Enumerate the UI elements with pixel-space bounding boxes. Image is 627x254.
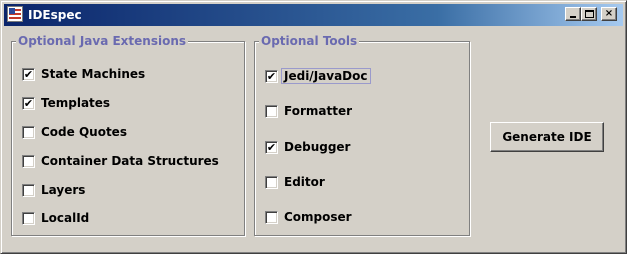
- checkbox-formatter[interactable]: Formatter: [265, 101, 352, 121]
- checkbox-composer[interactable]: Composer: [265, 207, 352, 227]
- checkbox-box[interactable]: [265, 104, 278, 118]
- checkbox-box[interactable]: ✔: [265, 140, 278, 154]
- maximize-icon: [585, 10, 594, 18]
- checkbox-label: Debugger: [284, 140, 351, 154]
- java-extensions-group: Optional Java Extensions ✔ State Machine…: [11, 33, 245, 236]
- checkbox-label: Formatter: [284, 104, 353, 118]
- tools-group: Optional Tools ✔ Jedi/JavaDoc Formatter …: [254, 33, 470, 236]
- checkbox-label: Jedi/JavaDoc: [281, 68, 371, 84]
- maximize-button[interactable]: [581, 7, 597, 21]
- checkbox-label: State Machines: [41, 67, 146, 81]
- checkbox-label: Container Data Structures: [41, 154, 219, 168]
- checkbox-debugger[interactable]: ✔ Debugger: [265, 137, 350, 157]
- checkbox-layers[interactable]: Layers: [22, 180, 85, 200]
- checkbox-code-quotes[interactable]: Code Quotes: [22, 122, 127, 142]
- checkbox-box[interactable]: ✔: [22, 67, 35, 81]
- checkbox-box[interactable]: [22, 154, 35, 168]
- minimize-button[interactable]: [565, 7, 581, 21]
- checkbox-label: Code Quotes: [41, 125, 127, 139]
- flag-icon: [7, 6, 23, 22]
- checkbox-state-machines[interactable]: ✔ State Machines: [22, 64, 145, 84]
- checkbox-box[interactable]: [22, 125, 35, 139]
- checkbox-label: Layers: [41, 183, 86, 197]
- checkbox-box[interactable]: [265, 210, 278, 224]
- checkbox-box[interactable]: ✔: [265, 69, 278, 83]
- app-window: IDEspec × Optional Java Extensions ✔ Sta…: [0, 0, 627, 254]
- checkbox-box[interactable]: [22, 211, 35, 225]
- tools-title: Optional Tools: [259, 33, 360, 49]
- checkbox-box[interactable]: [265, 175, 278, 189]
- checkbox-editor[interactable]: Editor: [265, 172, 325, 192]
- checkbox-label: Editor: [284, 175, 325, 189]
- checkbox-templates[interactable]: ✔ Templates: [22, 93, 110, 113]
- checkbox-box[interactable]: ✔: [22, 96, 35, 110]
- checkbox-box[interactable]: [22, 183, 35, 197]
- checkbox-label: Composer: [284, 210, 352, 224]
- minimize-icon: [570, 16, 576, 18]
- close-icon: ×: [604, 8, 614, 19]
- dialog-body: Optional Java Extensions ✔ State Machine…: [5, 28, 624, 251]
- checkbox-localid[interactable]: LocalId: [22, 208, 89, 228]
- window-title: IDEspec: [28, 8, 82, 22]
- close-button[interactable]: ×: [601, 7, 617, 21]
- java-extensions-title: Optional Java Extensions: [16, 33, 189, 49]
- checkbox-label: LocalId: [41, 211, 90, 225]
- generate-ide-button[interactable]: Generate IDE: [490, 122, 604, 152]
- checkbox-jedi-javadoc[interactable]: ✔ Jedi/JavaDoc: [265, 66, 371, 86]
- checkbox-label: Templates: [41, 96, 111, 110]
- checkbox-container-data-structures[interactable]: Container Data Structures: [22, 151, 219, 171]
- title-bar[interactable]: IDEspec ×: [4, 4, 623, 26]
